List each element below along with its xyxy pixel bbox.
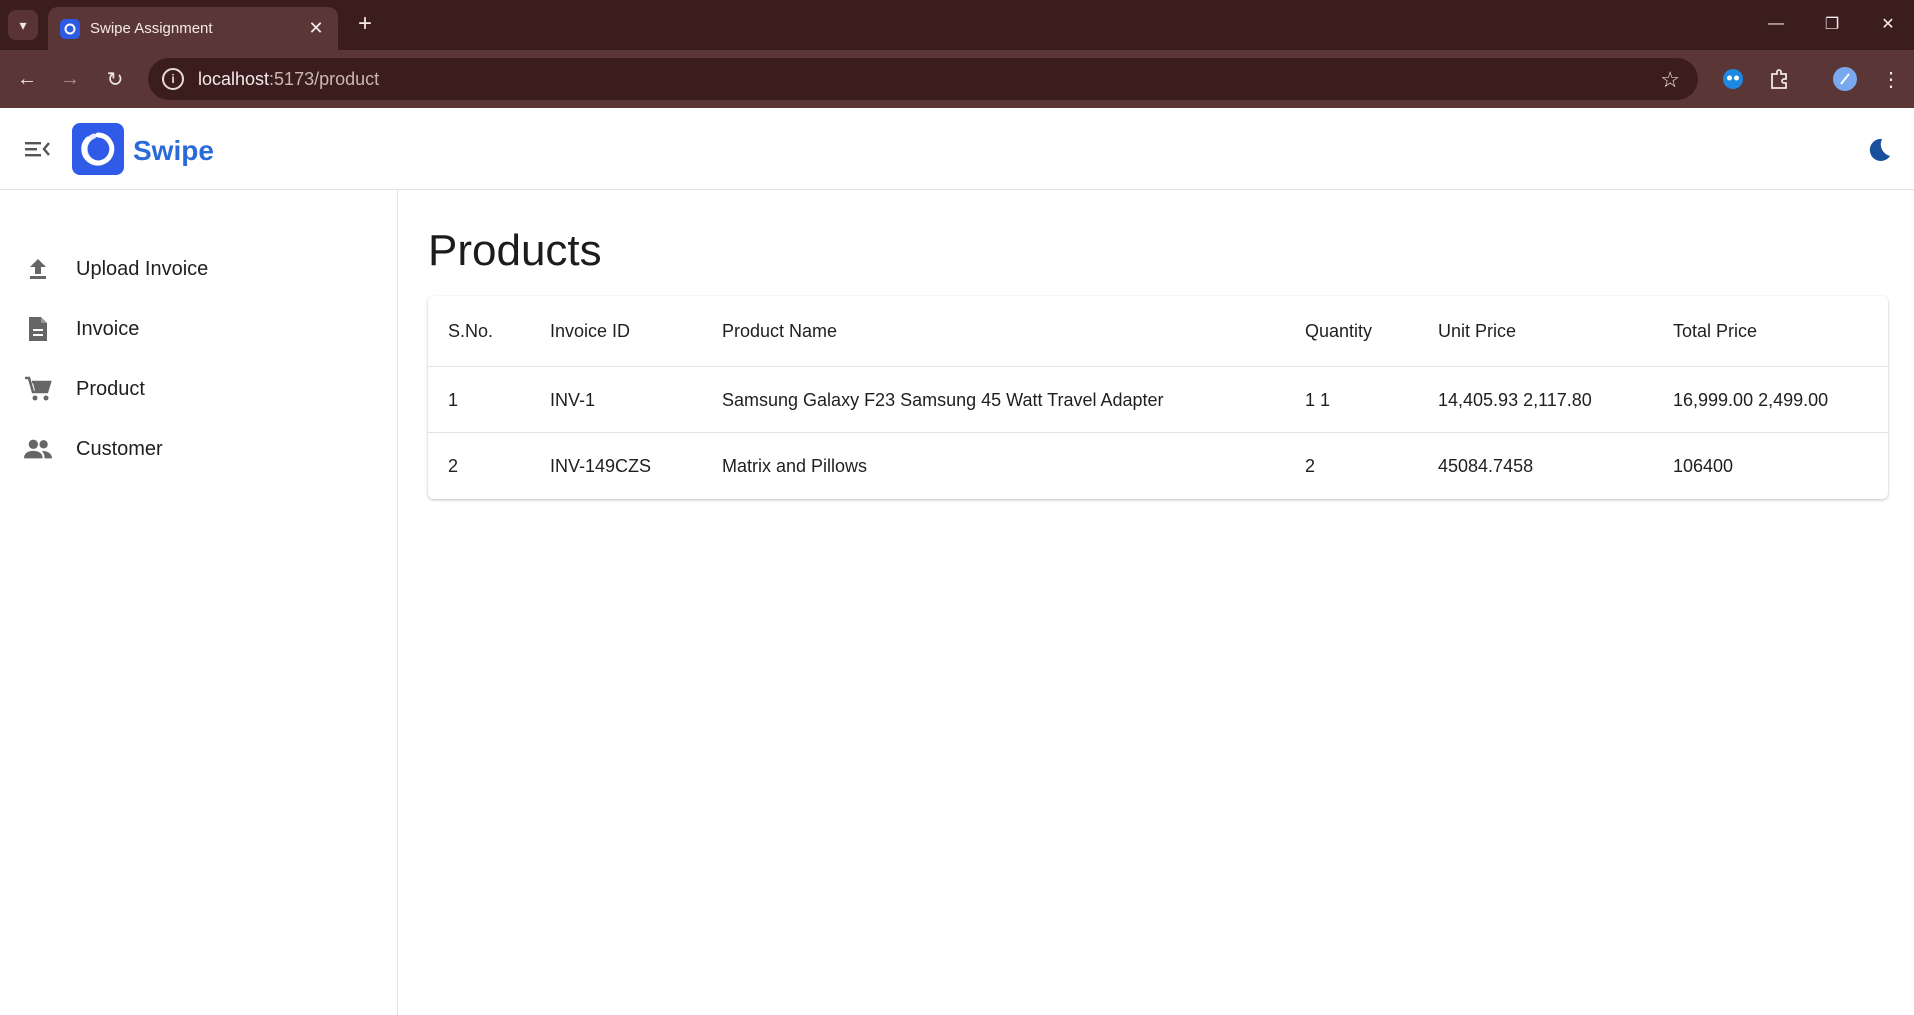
url-path: :5173/product (269, 68, 380, 89)
sidebar: Upload Invoice Invoice Product Customer (0, 190, 398, 1015)
url-host: localhost (198, 68, 270, 89)
sidebar-item-invoice[interactable]: Invoice (0, 302, 397, 356)
close-window-icon[interactable]: ✕ (1868, 8, 1908, 40)
people-icon (24, 435, 52, 463)
swipe-favicon-icon (60, 18, 80, 39)
cell-total-price: 106400 (1673, 456, 1734, 476)
minimize-icon[interactable]: — (1756, 8, 1796, 40)
cell-invoice-id: INV-149CZS (550, 456, 652, 476)
browser-tab[interactable]: Swipe Assignment ✕ (48, 7, 338, 50)
column-header-quantity[interactable]: Quantity (1305, 321, 1372, 342)
tab-title: Swipe Assignment (90, 20, 213, 37)
collapse-menu-icon[interactable] (22, 134, 52, 164)
browser-menu-kebab-icon[interactable]: ⋮ (1876, 64, 1906, 94)
profile-avatar-icon[interactable] (1830, 64, 1860, 94)
sidebar-item-label: Customer (76, 437, 163, 460)
cell-invoice-id: INV-1 (550, 390, 596, 410)
column-header-invoice-id[interactable]: Invoice ID (550, 321, 630, 342)
cell-total-price: 16,999.00 2,499.00 (1673, 390, 1829, 410)
cell-unit-price: 14,405.93 2,117.80 (1438, 390, 1592, 410)
app-header: Swipe (0, 108, 1914, 190)
cell-quantity: 1 1 (1305, 390, 1331, 410)
cell-product-name: Matrix and Pillows (722, 456, 868, 476)
sidebar-item-label: Upload Invoice (76, 257, 209, 280)
new-tab-plus-icon[interactable]: + (350, 9, 380, 39)
sidebar-item-customer[interactable]: Customer (0, 422, 397, 476)
reload-icon[interactable]: ↻ (100, 64, 130, 94)
tab-search-chevron-icon[interactable]: ▾ (8, 10, 38, 40)
column-header-sno[interactable]: S.No. (448, 321, 493, 342)
close-tab-icon[interactable]: ✕ (306, 18, 326, 39)
browser-toolbar: ← → ↻ i localhost:5173/product ☆ ⋮ (0, 50, 1914, 108)
sidebar-item-product[interactable]: Product (0, 362, 397, 416)
cell-sno: 2 (448, 456, 459, 476)
site-info-icon[interactable]: i (162, 68, 184, 90)
cell-product-name: Samsung Galaxy F23 Samsung 45 Watt Trave… (722, 390, 1164, 410)
upload-icon (24, 255, 52, 283)
column-header-total-price[interactable]: Total Price (1673, 321, 1757, 342)
cell-sno: 1 (448, 390, 459, 410)
restore-icon[interactable]: ❐ (1812, 8, 1852, 40)
document-icon (24, 315, 52, 343)
page-title: Products (428, 226, 602, 275)
extensions-puzzle-icon[interactable] (1764, 64, 1794, 94)
sidebar-item-label: Invoice (76, 317, 140, 340)
cell-unit-price: 45084.7458 (1438, 456, 1534, 476)
column-header-unit-price[interactable]: Unit Price (1438, 321, 1516, 342)
table-row[interactable]: 2 INV-149CZS Matrix and Pillows 2 45084.… (428, 433, 1888, 499)
back-arrow-icon[interactable]: ← (12, 64, 42, 94)
products-table: S.No. Invoice ID Product Name Quantity U… (428, 296, 1888, 499)
column-header-product-name[interactable]: Product Name (722, 321, 837, 342)
bookmark-star-icon[interactable]: ☆ (1660, 67, 1680, 93)
dark-mode-moon-icon[interactable] (1863, 135, 1893, 165)
brand-name[interactable]: Swipe (133, 135, 214, 167)
swipe-logo-icon[interactable] (72, 123, 124, 175)
extension-owl-icon[interactable] (1718, 64, 1748, 94)
table-header-row: S.No. Invoice ID Product Name Quantity U… (428, 296, 1888, 367)
cell-quantity: 2 (1305, 456, 1316, 476)
table-row[interactable]: 1 INV-1 Samsung Galaxy F23 Samsung 45 Wa… (428, 367, 1888, 433)
forward-arrow-icon[interactable]: → (55, 64, 85, 94)
browser-tab-bar: ▾ Swipe Assignment ✕ + — ❐ ✕ (0, 0, 1914, 50)
sidebar-item-upload-invoice[interactable]: Upload Invoice (0, 242, 397, 296)
sidebar-item-label: Product (76, 377, 145, 400)
cart-icon (24, 375, 52, 403)
address-bar[interactable]: i localhost:5173/product ☆ (148, 58, 1698, 100)
